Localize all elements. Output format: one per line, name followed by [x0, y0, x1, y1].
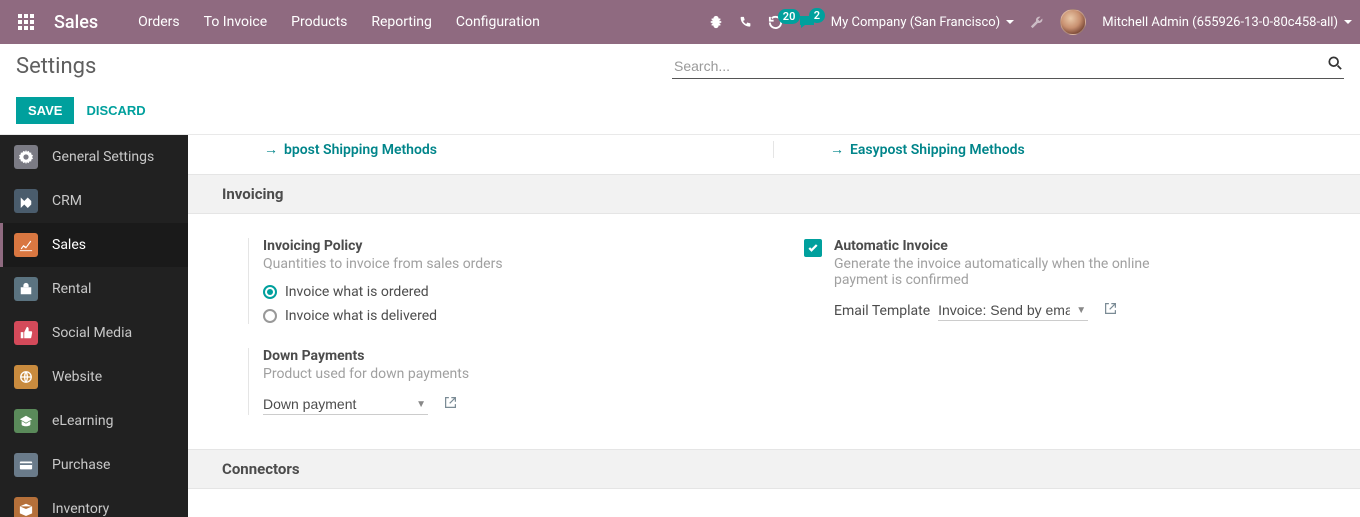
down-payments-desc: Product used for down payments — [263, 366, 744, 382]
globe-icon — [14, 365, 38, 389]
down-payments-title: Down Payments — [263, 348, 744, 364]
company-switcher[interactable]: My Company (San Francisco) — [831, 15, 1014, 30]
caret-down-icon — [1006, 20, 1014, 24]
user-menu[interactable]: Mitchell Admin (655926-13-0-80c458-all) — [1102, 15, 1352, 30]
easypost-link[interactable]: → Easypost Shipping Methods — [830, 142, 1025, 158]
shipping-links-row: → bpost Shipping Methods → Easypost Shippi… — [188, 135, 1360, 174]
search-icon[interactable] — [1328, 56, 1342, 74]
card-icon — [14, 453, 38, 477]
sidebar-item-inventory[interactable]: Inventory — [0, 487, 188, 517]
sidebar-item-label: eLearning — [52, 413, 113, 429]
settings-sidebar: General Settings CRM Sales Rental Social… — [0, 135, 188, 517]
save-button[interactable]: Save — [16, 97, 74, 124]
radio-delivered[interactable]: Invoice what is delivered — [263, 308, 744, 324]
debug-icon[interactable] — [709, 15, 723, 29]
page-title: Settings — [16, 54, 96, 79]
sidebar-item-elearning[interactable]: eLearning — [0, 399, 188, 443]
sidebar-item-general[interactable]: General Settings — [0, 135, 188, 179]
auto-invoice-desc: Generate the invoice automatically when … — [834, 256, 1204, 288]
company-name: My Company (San Francisco) — [831, 15, 1000, 30]
refresh-badge: 20 — [778, 9, 801, 24]
avatar[interactable] — [1060, 9, 1086, 35]
external-link-icon[interactable] — [444, 396, 457, 413]
phone-icon[interactable] — [739, 16, 752, 29]
body: General Settings CRM Sales Rental Social… — [0, 135, 1360, 517]
sidebar-item-purchase[interactable]: Purchase — [0, 443, 188, 487]
invoicing-policy-desc: Quantities to invoice from sales orders — [263, 256, 744, 272]
graduation-icon — [14, 409, 38, 433]
invoicing-policy-box: Invoicing Policy Quantities to invoice f… — [248, 238, 744, 324]
search-input[interactable] — [672, 54, 1344, 78]
nav-links: Orders To Invoice Products Reporting Con… — [138, 14, 540, 30]
sidebar-item-label: Rental — [52, 281, 91, 297]
down-payment-product-field[interactable]: ▼ — [263, 394, 428, 415]
sidebar-item-label: CRM — [52, 193, 82, 209]
navbar: Sales Orders To Invoice Products Reporti… — [0, 0, 1360, 44]
nav-configuration[interactable]: Configuration — [456, 14, 540, 30]
bpost-link[interactable]: → bpost Shipping Methods — [264, 142, 437, 158]
caret-down-icon — [1344, 20, 1352, 24]
brand-title[interactable]: Sales — [54, 12, 98, 33]
sidebar-item-sales[interactable]: Sales — [0, 223, 188, 267]
radio-ordered[interactable]: Invoice what is ordered — [263, 284, 744, 300]
easypost-label: Easypost Shipping Methods — [850, 142, 1025, 158]
sidebar-item-label: Social Media — [52, 325, 132, 341]
auto-invoice-title: Automatic Invoice — [834, 238, 1204, 254]
nav-to-invoice[interactable]: To Invoice — [204, 14, 268, 30]
gear-icon — [14, 145, 38, 169]
radio-icon — [263, 285, 277, 299]
sidebar-item-label: Website — [52, 369, 102, 385]
down-payment-product-input[interactable] — [263, 394, 428, 414]
radio-delivered-label: Invoice what is delivered — [285, 308, 437, 324]
email-template-label: Email Template — [834, 303, 930, 319]
nav-products[interactable]: Products — [291, 14, 347, 30]
arrow-right-icon: → — [830, 142, 844, 158]
auto-invoice-row: Automatic Invoice Generate the invoice a… — [804, 238, 1330, 345]
main-content: → bpost Shipping Methods → Easypost Shippi… — [188, 135, 1360, 517]
sidebar-item-rental[interactable]: Rental — [0, 267, 188, 311]
nav-reporting[interactable]: Reporting — [371, 14, 432, 30]
arrow-right-icon: → — [264, 142, 278, 158]
thumbs-up-icon — [14, 321, 38, 345]
caret-down-icon: ▼ — [416, 399, 426, 410]
support-icon[interactable] — [1030, 15, 1044, 29]
box-icon — [14, 497, 38, 517]
radio-icon — [263, 309, 277, 323]
caret-down-icon: ▼ — [1076, 305, 1086, 316]
chat-badge: 2 — [809, 8, 825, 23]
email-template-field[interactable]: ▼ — [938, 300, 1088, 321]
refresh-icon[interactable]: 20 — [768, 15, 783, 30]
auto-invoice-box: Automatic Invoice Generate the invoice a… — [834, 238, 1204, 321]
apps-menu-icon[interactable] — [8, 0, 44, 44]
control-panel: Settings Save Discard — [0, 44, 1360, 135]
chart-icon — [14, 233, 38, 257]
sidebar-item-crm[interactable]: CRM — [0, 179, 188, 223]
discard-button[interactable]: Discard — [86, 103, 145, 118]
invoicing-section-title: Invoicing — [188, 174, 1360, 214]
bpost-label: bpost Shipping Methods — [284, 142, 437, 158]
sidebar-item-social[interactable]: Social Media — [0, 311, 188, 355]
sidebar-item-label: General Settings — [52, 149, 154, 165]
search-container — [672, 54, 1344, 79]
radio-ordered-label: Invoice what is ordered — [285, 284, 429, 300]
handshake-icon — [14, 189, 38, 213]
invoicing-policy-title: Invoicing Policy — [263, 238, 744, 254]
sidebar-item-label: Purchase — [52, 457, 110, 473]
key-icon — [14, 277, 38, 301]
username-label: Mitchell Admin (655926-13-0-80c458-all) — [1102, 15, 1338, 30]
external-link-icon[interactable] — [1104, 302, 1117, 319]
chat-icon[interactable]: 2 — [799, 14, 815, 30]
nav-orders[interactable]: Orders — [138, 14, 180, 30]
auto-invoice-checkbox[interactable] — [804, 239, 822, 257]
connectors-section-title: Connectors — [188, 449, 1360, 489]
sidebar-item-label: Sales — [52, 237, 86, 253]
invoicing-grid: Invoicing Policy Quantities to invoice f… — [188, 214, 1360, 449]
sidebar-item-website[interactable]: Website — [0, 355, 188, 399]
nav-right: 20 2 My Company (San Francisco) Mitchell… — [709, 9, 1352, 35]
email-template-input[interactable] — [938, 300, 1088, 320]
down-payments-box: Down Payments Product used for down paym… — [248, 348, 744, 415]
